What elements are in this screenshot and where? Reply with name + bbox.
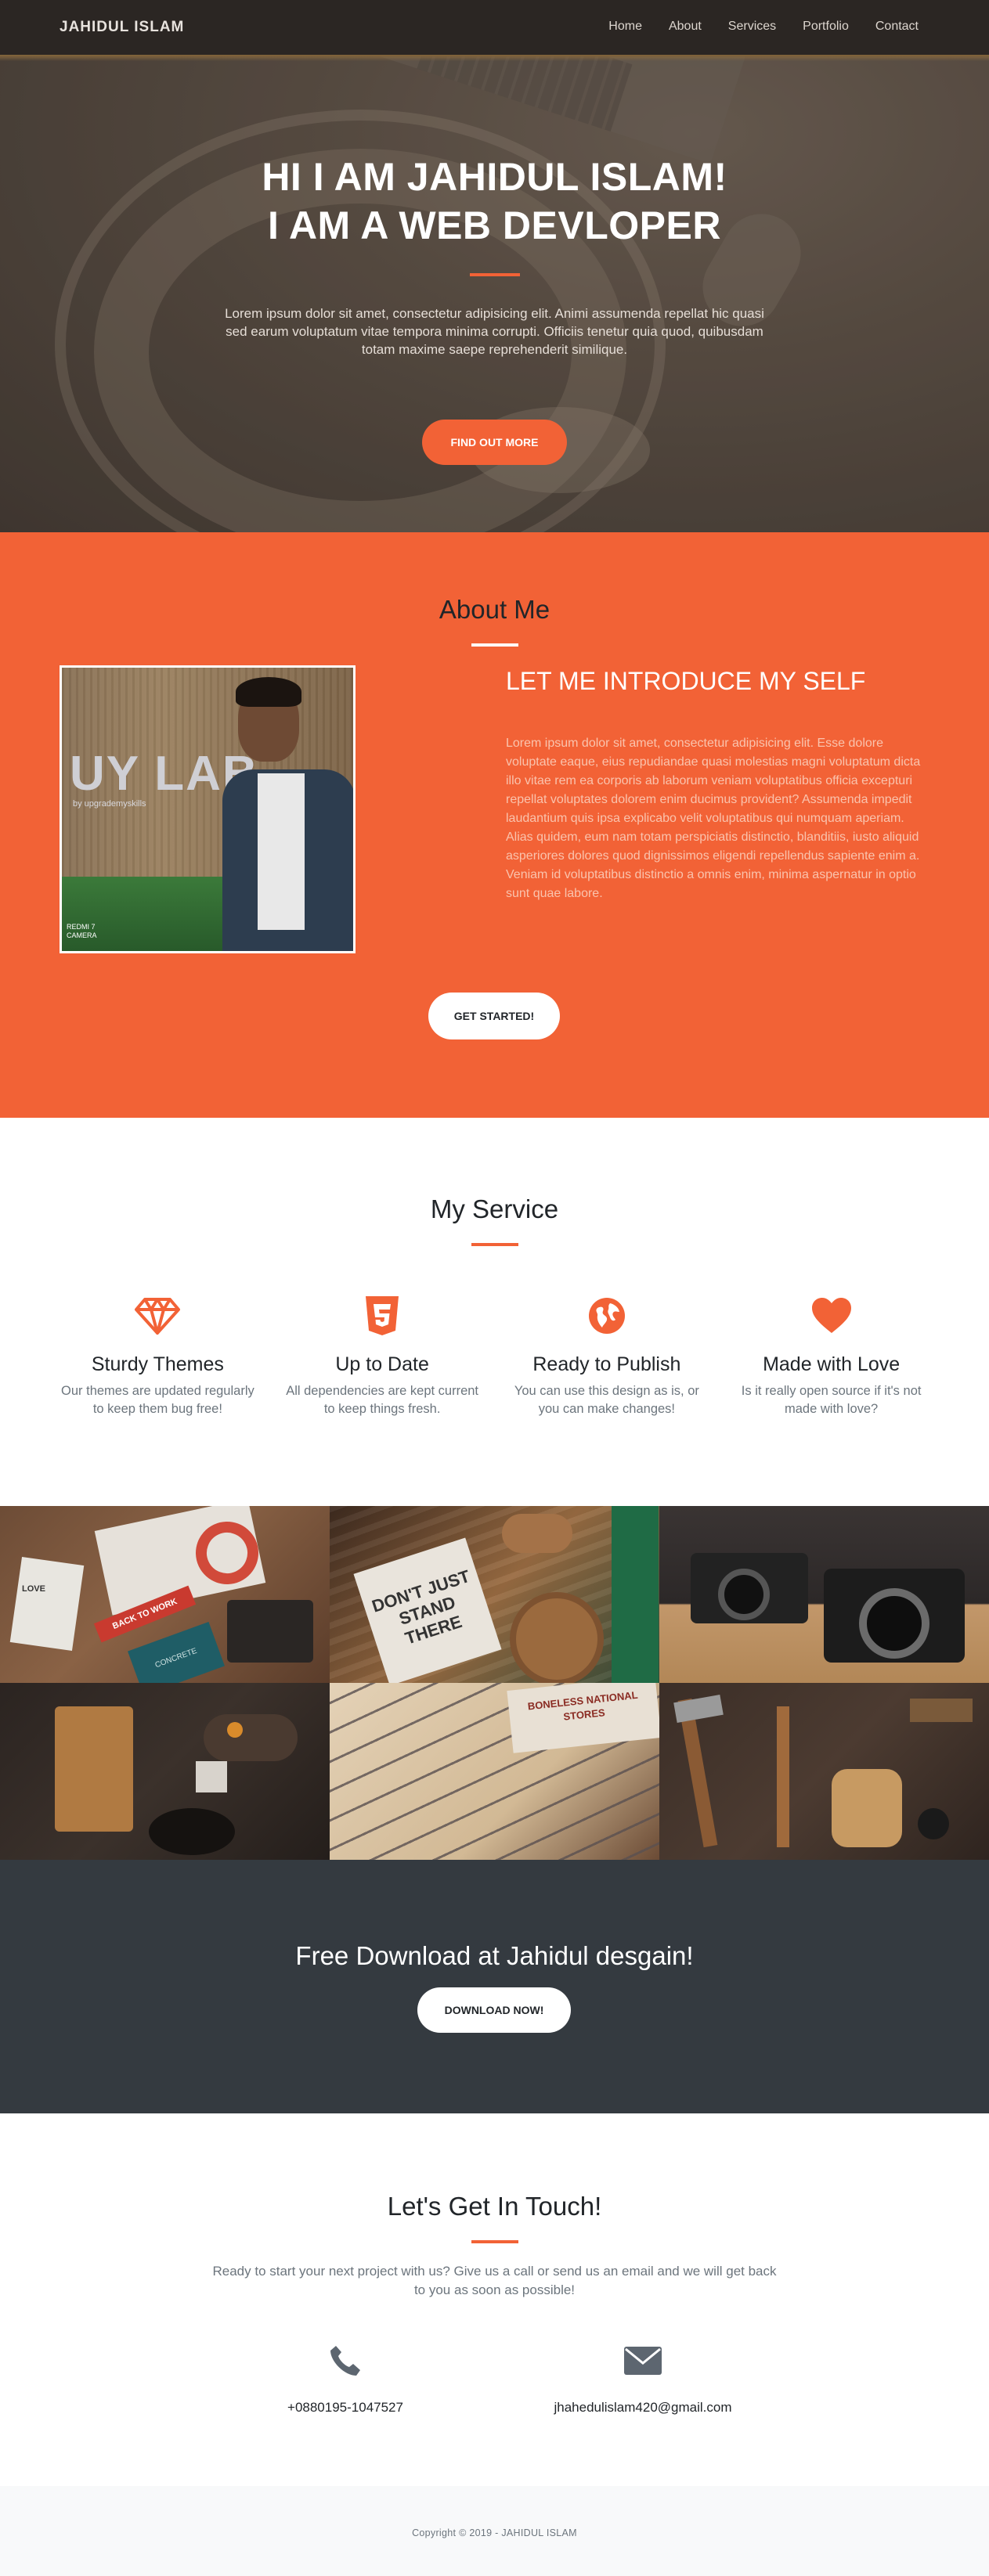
service-item-title: Ready to Publish <box>532 1353 681 1375</box>
service-item-made-with-love: Made with Love Is it really open source … <box>719 1294 944 1418</box>
service-divider <box>471 1243 518 1246</box>
hero-content: HI I AM JAHIDUL ISLAM! I AM A WEB DEVLOP… <box>0 153 989 465</box>
get-started-button[interactable]: GET STARTED! <box>428 993 560 1039</box>
hero-title: HI I AM JAHIDUL ISLAM! I AM A WEB DEVLOP… <box>0 153 989 250</box>
nav-link-portfolio[interactable]: Portfolio <box>803 20 849 34</box>
portfolio-section: BACK TO WORK CONCRETE LOVE DON'T JUST ST… <box>0 1506 989 1860</box>
hero-divider <box>469 273 520 276</box>
portfolio-item-2[interactable]: DON'T JUST STAND THERE <box>330 1506 659 1683</box>
service-list: Sturdy Themes Our themes are updated reg… <box>45 1294 944 1418</box>
envelope-icon <box>502 2340 784 2381</box>
heart-icon <box>719 1294 944 1338</box>
find-out-more-button[interactable]: FIND OUT MORE <box>422 420 567 465</box>
service-item-title: Made with Love <box>763 1353 901 1375</box>
navbar-glow <box>0 55 989 61</box>
portfolio-item-6[interactable] <box>659 1683 989 1860</box>
portfolio-item-4[interactable] <box>0 1683 330 1860</box>
nav-link-home[interactable]: Home <box>608 20 642 34</box>
nav-link-services[interactable]: Services <box>728 20 776 34</box>
service-item-ready-to-publish: Ready to Publish You can use this design… <box>495 1294 720 1418</box>
download-title: Free Download at Jahidul desgain! <box>295 1941 694 1970</box>
hero-section: HI I AM JAHIDUL ISLAM! I AM A WEB DEVLOP… <box>0 0 989 532</box>
service-item-text: Is it really open source if it's not mad… <box>741 1384 922 1416</box>
tile-card-text: LOVE <box>22 1584 45 1594</box>
contact-divider <box>471 2240 518 2243</box>
intro-title: LET ME INTRODUCE MY SELF <box>506 667 866 695</box>
hero-title-line-2: I AM A WEB DEVLOPER <box>268 204 721 247</box>
service-item-text: All dependencies are kept current to kee… <box>286 1384 479 1416</box>
hero-title-line-1: HI I AM JAHIDUL ISLAM! <box>262 155 727 199</box>
footer: Copyright © 2019 - JAHIDUL ISLAM <box>0 2486 989 2576</box>
photo-sign-subtext: by upgrademyskills <box>73 799 146 809</box>
service-item-text: You can use this design as is, or you ca… <box>514 1384 699 1416</box>
phone-icon <box>204 2340 486 2381</box>
portfolio-item-5[interactable]: BONELESS NATIONAL STORES <box>330 1683 659 1860</box>
service-item-sturdy-themes: Sturdy Themes Our themes are updated reg… <box>45 1294 270 1418</box>
service-item-title: Sturdy Themes <box>91 1353 224 1375</box>
about-divider <box>471 643 518 647</box>
about-section: About Me UY LAB by upgrademyskills REDMI… <box>0 532 989 1118</box>
download-section: Free Download at Jahidul desgain! DOWNLO… <box>0 1860 989 2113</box>
photo-camera-caption: REDMI 7 CAMERA <box>67 923 97 939</box>
navbar: JAHIDUL ISLAM Home About Services Portfo… <box>0 0 989 61</box>
intro-text: Lorem ipsum dolor sit amet, consectetur … <box>506 737 921 900</box>
copyright-text: Copyright © 2019 - JAHIDUL ISLAM <box>412 2527 577 2538</box>
email-address[interactable]: jhahedulislam420@gmail.com <box>502 2400 784 2416</box>
phone-number[interactable]: +0880195-1047527 <box>204 2400 486 2416</box>
contact-title: Let's Get In Touch! <box>387 2192 602 2221</box>
nav-link-contact[interactable]: Contact <box>875 20 919 34</box>
brand-logo[interactable]: JAHIDUL ISLAM <box>60 19 184 36</box>
hero-text: Lorem ipsum dolor sit amet, consectetur … <box>225 306 764 357</box>
service-title: My Service <box>430 1194 559 1223</box>
html5-icon <box>270 1294 495 1338</box>
nav-link-about[interactable]: About <box>669 20 702 34</box>
tile-book-text: CONCRETE <box>128 1621 225 1683</box>
portfolio-item-3[interactable] <box>659 1506 989 1683</box>
nav-links: Home About Services Portfolio Contact <box>608 20 919 34</box>
service-item-text: Our themes are updated regularly to keep… <box>61 1384 254 1416</box>
profile-photo: UY LAB by upgrademyskills REDMI 7 CAMERA <box>60 665 356 953</box>
portfolio-item-1[interactable]: BACK TO WORK CONCRETE LOVE <box>0 1506 330 1683</box>
service-section: My Service Sturdy Themes Our themes are … <box>0 1118 989 1506</box>
service-item-title: Up to Date <box>335 1353 429 1375</box>
contact-phone[interactable]: +0880195-1047527 <box>204 2340 486 2416</box>
download-now-button[interactable]: DOWNLOAD NOW! <box>417 1987 571 2033</box>
about-title: About Me <box>439 595 550 624</box>
service-item-up-to-date: Up to Date All dependencies are kept cur… <box>270 1294 495 1418</box>
contact-text: Ready to start your next project with us… <box>212 2264 777 2297</box>
contact-email[interactable]: jhahedulislam420@gmail.com <box>502 2340 784 2416</box>
globe-icon <box>495 1294 720 1338</box>
contact-section: Let's Get In Touch! Ready to start your … <box>0 2113 989 2486</box>
diamond-icon <box>45 1294 270 1338</box>
